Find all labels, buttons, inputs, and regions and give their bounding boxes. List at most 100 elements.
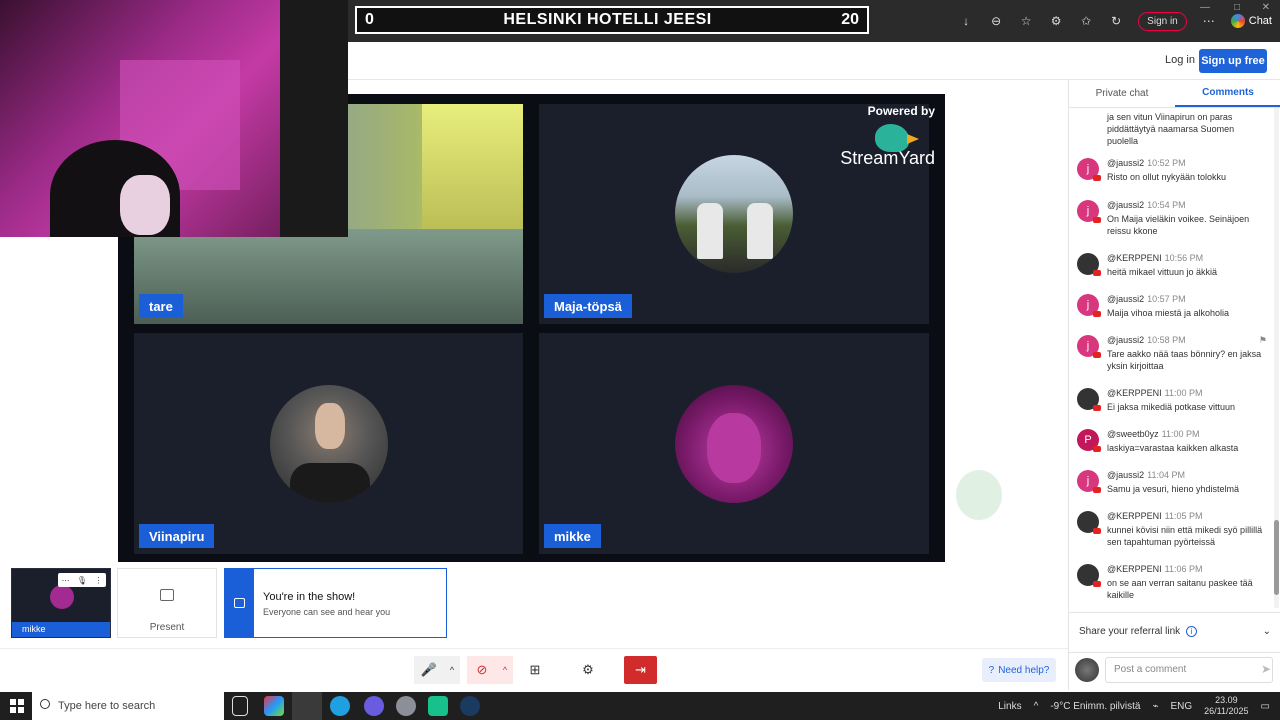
tab-comments[interactable]: Comments <box>1175 80 1280 107</box>
participant-name-tag: tare <box>139 294 183 318</box>
present-button[interactable]: Present <box>117 568 217 638</box>
comment-text: on se aan verran saitanu paskee tää kaik… <box>1107 578 1253 600</box>
comment-author: @jaussi2 <box>1107 200 1145 210</box>
extensions-icon[interactable]: ⚙ <box>1048 14 1064 28</box>
browser-controls: ↓ ⊖ ☆ ⚙ ✩ ↻ Sign in ⋯ Chat <box>958 0 1272 42</box>
left-score: 0 <box>365 11 374 28</box>
share-screen-button[interactable]: ⊞ <box>520 656 550 684</box>
participant-tile-viinapiru[interactable]: Viinapiru <box>134 333 523 554</box>
app-header: Log in Sign up free <box>348 42 1280 80</box>
browser-sign-in-button[interactable]: Sign in <box>1138 11 1187 31</box>
comment-text: On Maija vieläkin voikee. Seinäjoen reis… <box>1107 214 1250 236</box>
windows-start-icon[interactable] <box>10 699 24 713</box>
flag-icon[interactable]: ⚑ <box>1259 335 1267 346</box>
banner-subtitle: Everyone can see and hear you <box>263 607 391 617</box>
clock-time: 23.09 <box>1215 695 1238 705</box>
self-preview-tile[interactable]: ⋯ 🎙 ⋮ mikke <box>11 568 111 638</box>
comment-time: 10:56 PM <box>1164 253 1204 263</box>
taskbar-search-input[interactable]: Type here to search <box>32 692 224 720</box>
network-icon[interactable]: ⌁ <box>1152 701 1158 712</box>
download-icon[interactable]: ↓ <box>958 14 974 28</box>
mic-icon[interactable]: 🎙 <box>77 576 87 585</box>
opera-app-icon[interactable] <box>292 692 322 720</box>
avatar: j <box>1077 470 1101 493</box>
comment-time: 11:00 PM <box>1161 429 1200 439</box>
comment-header: @KERPPENI 11:05 PM <box>1107 511 1203 521</box>
zoom-icon[interactable]: ⊖ <box>988 14 1004 28</box>
comments-list[interactable]: ja sen vitun Viinapirun on paras piddätt… <box>1069 108 1273 688</box>
comment-text: laskiya=varastaa kaikken alkasta <box>1107 443 1239 453</box>
clock-date: 26/11/2025 <box>1204 706 1249 716</box>
send-icon[interactable]: ➤ <box>1261 662 1271 676</box>
need-help-button[interactable]: ? Need help? <box>982 658 1056 682</box>
comment-header: @KERPPENI 11:06 PM <box>1107 564 1203 574</box>
mute-mic-button[interactable]: 🎤 <box>414 656 444 684</box>
camera-options-button[interactable]: ^ <box>497 656 513 684</box>
shield-app-icon[interactable] <box>396 696 416 716</box>
comment-time: 11:06 PM <box>1164 564 1203 574</box>
edge-app-icon[interactable] <box>330 696 350 716</box>
comment-text: ja sen vitun Viinapirun on paras piddätt… <box>1107 112 1235 146</box>
comment-author: @jaussi2 <box>1107 335 1145 345</box>
comment-time: 10:57 PM <box>1147 294 1186 304</box>
links-toolbar[interactable]: Links <box>998 701 1021 712</box>
info-icon[interactable]: i <box>1186 626 1198 637</box>
leave-studio-button[interactable]: ⇥ <box>624 656 657 684</box>
share-screen-icon: ⊞ <box>529 662 541 677</box>
copilot-chat-button[interactable]: Chat <box>1230 14 1272 28</box>
comment-author: @KERPPENI <box>1107 564 1162 574</box>
comment-header: @KERPPENI 10:56 PM <box>1107 253 1203 263</box>
search-placeholder: Type here to search <box>58 700 156 712</box>
steam-app-icon[interactable] <box>460 696 480 716</box>
camera-off-icon: ⊘ <box>476 662 488 677</box>
copilot-app-icon[interactable] <box>264 696 284 716</box>
maximize-icon[interactable]: □ <box>1234 2 1240 13</box>
language-indicator[interactable]: ENG <box>1170 701 1192 712</box>
help-icon: ? <box>988 664 995 676</box>
comment-header: @jaussi2 10:54 PM <box>1107 200 1186 210</box>
tab-private-chat[interactable]: Private chat <box>1069 80 1175 107</box>
preview-controls[interactable]: ⋯ 🎙 ⋮ <box>58 573 106 587</box>
discord-app-icon[interactable] <box>364 696 384 716</box>
favorite-star-icon[interactable]: ☆ <box>1018 14 1034 28</box>
comment-author: @KERPPENI <box>1107 511 1162 521</box>
chevron-down-icon[interactable]: ⌄ <box>1263 626 1271 637</box>
avatar <box>1075 658 1099 682</box>
chat-app-icon[interactable] <box>428 696 448 716</box>
notifications-icon[interactable]: ▭ <box>1261 701 1270 712</box>
close-icon[interactable]: ✕ <box>1262 2 1270 13</box>
camera-off-button[interactable]: ⊘ <box>467 656 497 684</box>
chat-scrollbar-thumb[interactable] <box>1274 520 1279 595</box>
kebab-menu-icon[interactable]: ⋮ <box>94 576 102 585</box>
avatar <box>1077 388 1101 411</box>
chevron-up-icon[interactable]: ^ <box>1034 701 1039 712</box>
comment-time: 10:58 PM <box>1147 335 1186 345</box>
comment-input[interactable]: Post a comment <box>1105 657 1273 683</box>
banner-screen-icon <box>234 598 245 608</box>
settings-button[interactable]: ⚙ <box>573 656 603 684</box>
weather-widget[interactable]: -9°C Enimm. pilvistä <box>1050 701 1140 712</box>
login-link[interactable]: Log in <box>1165 54 1195 66</box>
chevron-up-icon: ^ <box>502 665 508 675</box>
referral-link-row[interactable]: Share your referral link i ⌄ <box>1069 612 1280 650</box>
streamyard-logo-icon <box>875 124 919 152</box>
clock[interactable]: 23.09 26/11/2025 <box>1204 695 1248 717</box>
chevron-up-icon: ^ <box>449 665 455 675</box>
more-menu-icon[interactable]: ⋯ <box>1201 14 1217 28</box>
chat-tabs: Private chat Comments <box>1069 80 1280 108</box>
signup-button[interactable]: Sign up free <box>1199 49 1267 73</box>
more-icon[interactable]: ⋯ <box>62 576 70 585</box>
comment-text: Ei jaksa mikediä potkase vittuun <box>1107 402 1236 412</box>
mic-options-button[interactable]: ^ <box>444 656 460 684</box>
minimize-icon[interactable]: — <box>1200 2 1210 13</box>
comment-text: heitä mikael vittuun jo äkkiä <box>1107 267 1218 277</box>
comment-time: 11:04 PM <box>1147 470 1186 480</box>
left-margin <box>0 237 118 567</box>
streamer-webcam-overlay <box>0 0 348 237</box>
webcam-dark-panel <box>280 0 348 237</box>
participant-tile-mikke[interactable]: mikke <box>539 333 929 554</box>
task-view-icon[interactable] <box>232 696 248 716</box>
help-label: Need help? <box>998 664 1050 676</box>
history-icon[interactable]: ↻ <box>1108 14 1124 28</box>
favorites-icon[interactable]: ✩ <box>1078 14 1094 28</box>
